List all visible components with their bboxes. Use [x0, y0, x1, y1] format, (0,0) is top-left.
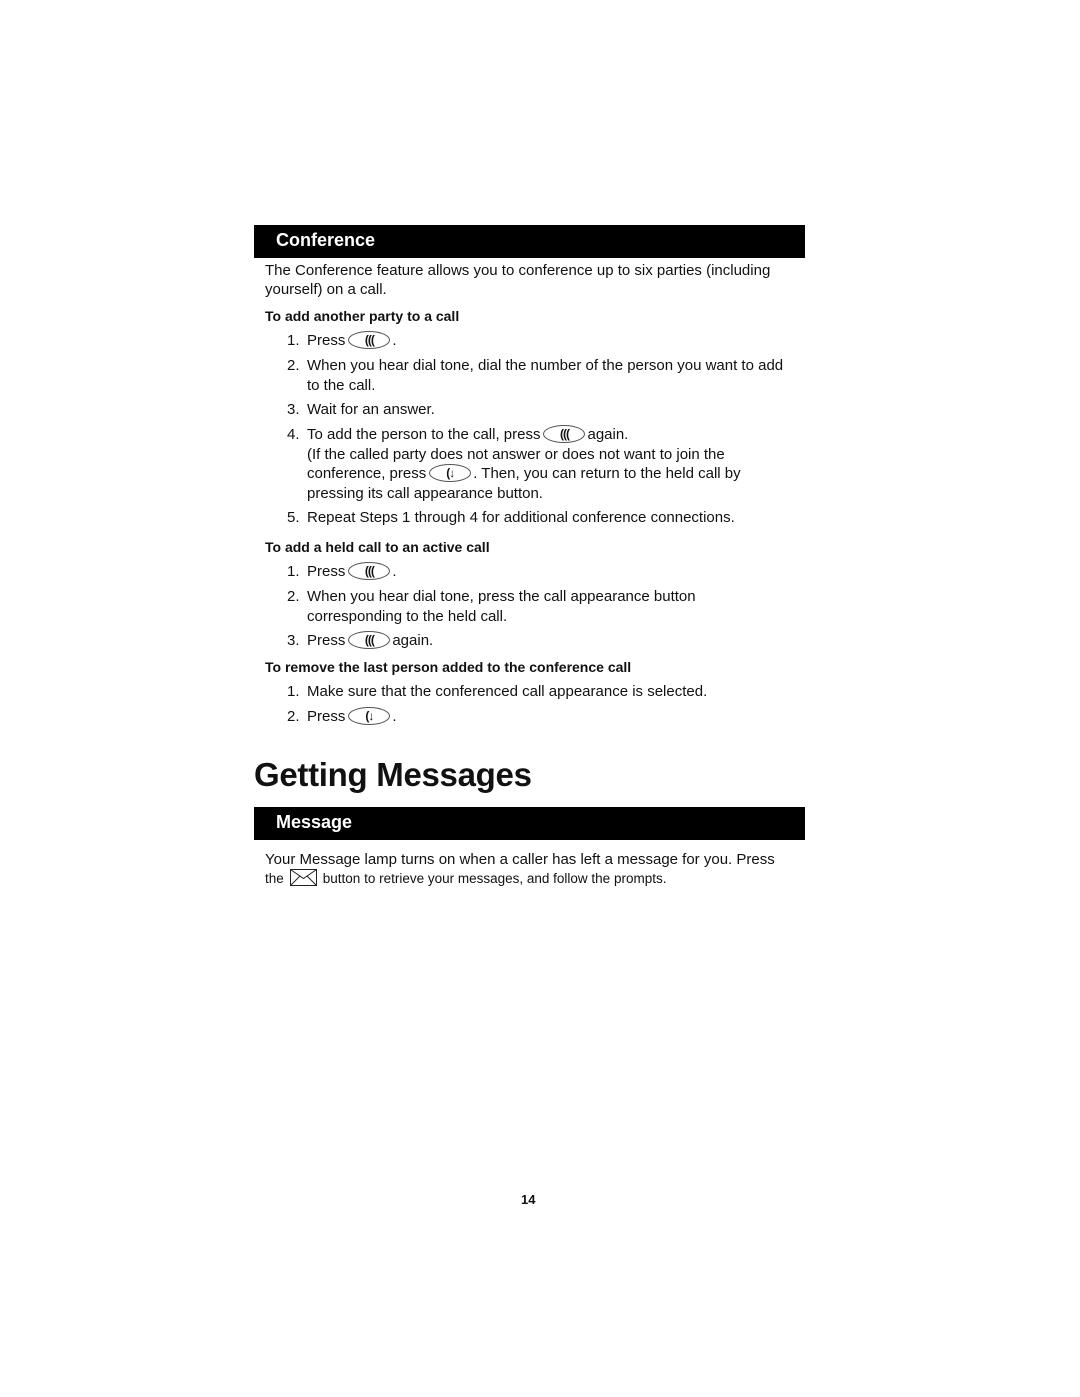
remove-last-step-2: 2. Press (↓.: [287, 706, 397, 725]
add-party-step-1: 1. Press(((.: [287, 330, 397, 349]
add-party-step-4: 4. To add the person to the call, press(…: [287, 424, 741, 502]
add-party-step-5: 5. Repeat Steps 1 through 4 for addition…: [287, 509, 735, 526]
getting-messages-title: Getting Messages: [254, 756, 532, 793]
conference-button-icon[interactable]: (((: [348, 330, 391, 349]
message-section-title: Message: [276, 812, 353, 832]
add-party-heading: To add another party to a call: [265, 308, 460, 324]
message-section-header: Message: [254, 807, 805, 840]
envelope-icon[interactable]: [289, 869, 317, 887]
conference-button-icon[interactable]: (((: [348, 630, 391, 649]
conference-button-icon[interactable]: (((: [348, 561, 391, 580]
message-line-1: Your Message lamp turns on when a caller…: [265, 851, 775, 868]
add-held-step-3: 3. Press(((again.: [287, 630, 434, 649]
add-held-step-2: 2. When you hear dial tone, press the ca…: [287, 588, 696, 625]
conference-button-icon[interactable]: (((: [543, 424, 586, 443]
add-held-heading: To add a held call to an active call: [265, 539, 490, 555]
page-number: 14: [521, 1192, 536, 1207]
message-line-2: the button to retrieve your messages, and…: [265, 869, 667, 887]
add-party-step-2: 2. When you hear dial tone, dial the num…: [287, 357, 784, 394]
drop-button-icon[interactable]: (↓: [348, 706, 391, 725]
conference-section-header: Conference: [254, 225, 805, 258]
remove-last-heading: To remove the last person added to the c…: [265, 659, 632, 675]
drop-button-icon[interactable]: (↓: [429, 463, 472, 482]
add-party-step-3: 3. Wait for an answer.: [287, 401, 435, 418]
conference-intro: The Conference feature allows you to con…: [265, 262, 771, 298]
conference-section-title: Conference: [276, 230, 376, 250]
remove-last-step-1: 1. Make sure that the conferenced call a…: [287, 683, 708, 700]
add-held-step-1: 1. Press(((.: [287, 561, 397, 580]
